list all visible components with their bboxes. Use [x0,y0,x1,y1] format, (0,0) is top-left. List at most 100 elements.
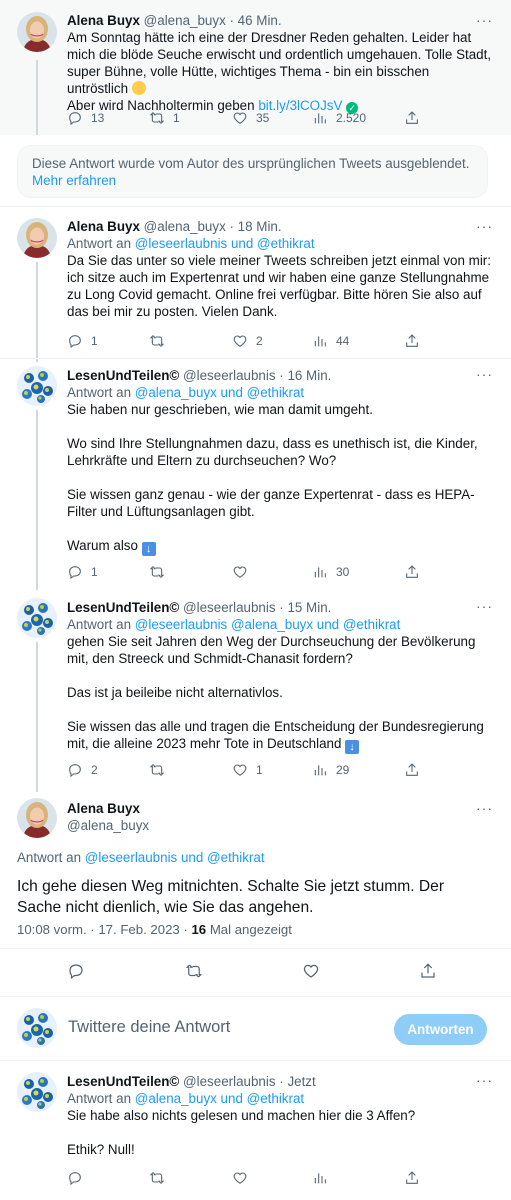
tweet-meta: 10:08 vorm. · 17. Feb. 2023 · 16 Mal ang… [17,922,292,937]
divider [0,996,511,997]
views-icon [312,762,328,778]
author-name[interactable]: LesenUndTeilen© [67,600,179,615]
share-icon [404,762,420,778]
avatar[interactable] [17,218,57,258]
author-handle[interactable]: @leseerlaubnis [183,368,276,383]
thread-line [36,262,38,362]
like-button[interactable]: 35 [232,108,269,128]
avatar[interactable] [17,598,57,638]
views-icon [312,1170,328,1186]
focus-actions [0,962,511,984]
retweet-icon [149,762,165,778]
avatar[interactable] [17,1072,57,1112]
tweet-time[interactable]: · Jetzt [279,1074,315,1089]
views-button[interactable]: 29 [312,760,349,780]
reply-to-line: Antwort an @alena_buyx und @ethikrat [67,385,305,400]
like-icon [232,564,248,580]
tweet-text: Sie haben nur geschrieben, wie man damit… [67,402,478,556]
reply-targets[interactable]: @leseerlaubnis und @ethikrat [135,236,315,251]
tweet-actions: 13 1 35 2.520 [67,108,477,128]
learn-more-link[interactable]: Mehr erfahren [32,172,473,189]
tweet-actions [67,1168,477,1188]
thread-line [36,410,38,590]
tweet-actions: 1 30 [67,562,477,582]
focus-author[interactable]: Alena Buyx @alena_buyx [67,800,149,834]
reply-to-line: Antwort an @alena_buyx und @ethikrat [67,1091,305,1106]
share-icon [419,962,437,980]
share-button[interactable] [404,562,420,582]
author-handle[interactable]: @alena_buyx [144,219,226,234]
reply-targets[interactable]: @leseerlaubnis @alena_buyx und @ethikrat [135,617,401,632]
reply-targets[interactable]: @alena_buyx und @ethikrat [135,385,304,400]
tweet-timestamp[interactable]: 10:08 vorm. · 17. Feb. 2023 · [17,922,188,937]
retweet-button[interactable] [149,331,173,351]
share-button[interactable] [404,760,420,780]
views-button[interactable]: 30 [312,562,349,582]
reply-input[interactable]: Twittere deine Antwort [68,1018,230,1037]
sad-face-emoji [131,81,146,95]
thread-line [36,60,38,135]
down-arrow-emoji: ↓ [141,542,156,556]
share-button[interactable] [404,1168,420,1188]
reply-to-line: Antwort an @leseerlaubnis und @ethikrat [17,850,265,865]
tweet-time[interactable]: · 18 Min. [230,219,282,234]
reply-targets[interactable]: @leseerlaubnis und @ethikrat [85,850,265,865]
retweet-button[interactable] [149,1168,165,1188]
divider [0,206,511,207]
share-button[interactable] [419,962,439,982]
reply-button[interactable]: 1 [67,331,98,351]
share-button[interactable] [404,331,420,351]
tweet-time[interactable]: · 16 Min. [279,368,331,383]
like-button[interactable] [302,962,322,982]
views-button[interactable] [312,1168,328,1188]
retweet-button[interactable] [149,562,173,582]
share-icon [404,110,420,126]
author-handle[interactable]: @leseerlaubnis [183,1074,276,1089]
author-name[interactable]: LesenUndTeilen© [67,1074,179,1089]
tweet-time[interactable]: · 46 Min. [230,13,282,28]
reply-icon [67,333,83,349]
tweet-text: Da Sie das unter so viele meiner Tweets … [67,253,491,319]
author-name[interactable]: Alena Buyx [67,13,140,28]
views-button[interactable]: 2.520 [312,108,366,128]
retweet-icon [149,333,165,349]
reply-icon [67,1170,83,1186]
retweet-button[interactable] [185,962,205,982]
like-button[interactable] [232,1168,248,1188]
author-name[interactable]: Alena Buyx [67,219,140,234]
author-handle[interactable]: @alena_buyx [67,817,149,834]
divider [0,948,511,949]
avatar[interactable] [17,798,57,838]
views-icon [312,110,328,126]
retweet-icon [185,962,203,980]
like-button[interactable] [232,562,256,582]
like-button[interactable]: 1 [232,760,263,780]
views-button[interactable]: 44 [312,331,349,351]
avatar[interactable] [17,12,57,52]
reply-button[interactable]: 1 [67,562,98,582]
reply-button[interactable] [67,1168,83,1188]
divider [0,358,511,359]
hidden-reply-notice: Diese Antwort wurde vom Autor des ursprü… [17,145,488,198]
author-handle[interactable]: @leseerlaubnis [183,600,276,615]
focus-tweet-text: Ich gehe diesen Weg mitnichten. Schalte … [17,878,445,916]
reply-icon [67,564,83,580]
retweet-icon [149,1170,165,1186]
avatar[interactable] [17,366,57,406]
retweet-button[interactable]: 1 [149,108,180,128]
share-button[interactable] [404,108,420,128]
author-name[interactable]: Alena Buyx [67,800,149,817]
tweet-time[interactable]: · 15 Min. [279,600,331,615]
like-button[interactable]: 2 [232,331,263,351]
reply-button[interactable]: 13 [67,108,104,128]
reply-submit-button[interactable]: Antworten [394,1014,487,1045]
reply-button[interactable]: 2 [67,760,98,780]
reply-icon [67,962,85,980]
reply-targets[interactable]: @alena_buyx und @ethikrat [135,1091,304,1106]
author-handle[interactable]: @alena_buyx [144,13,226,28]
author-name[interactable]: LesenUndTeilen© [67,368,179,383]
views-icon [312,333,328,349]
reply-button[interactable] [67,962,87,982]
more-icon[interactable]: ··· [476,800,493,816]
retweet-button[interactable] [149,760,173,780]
